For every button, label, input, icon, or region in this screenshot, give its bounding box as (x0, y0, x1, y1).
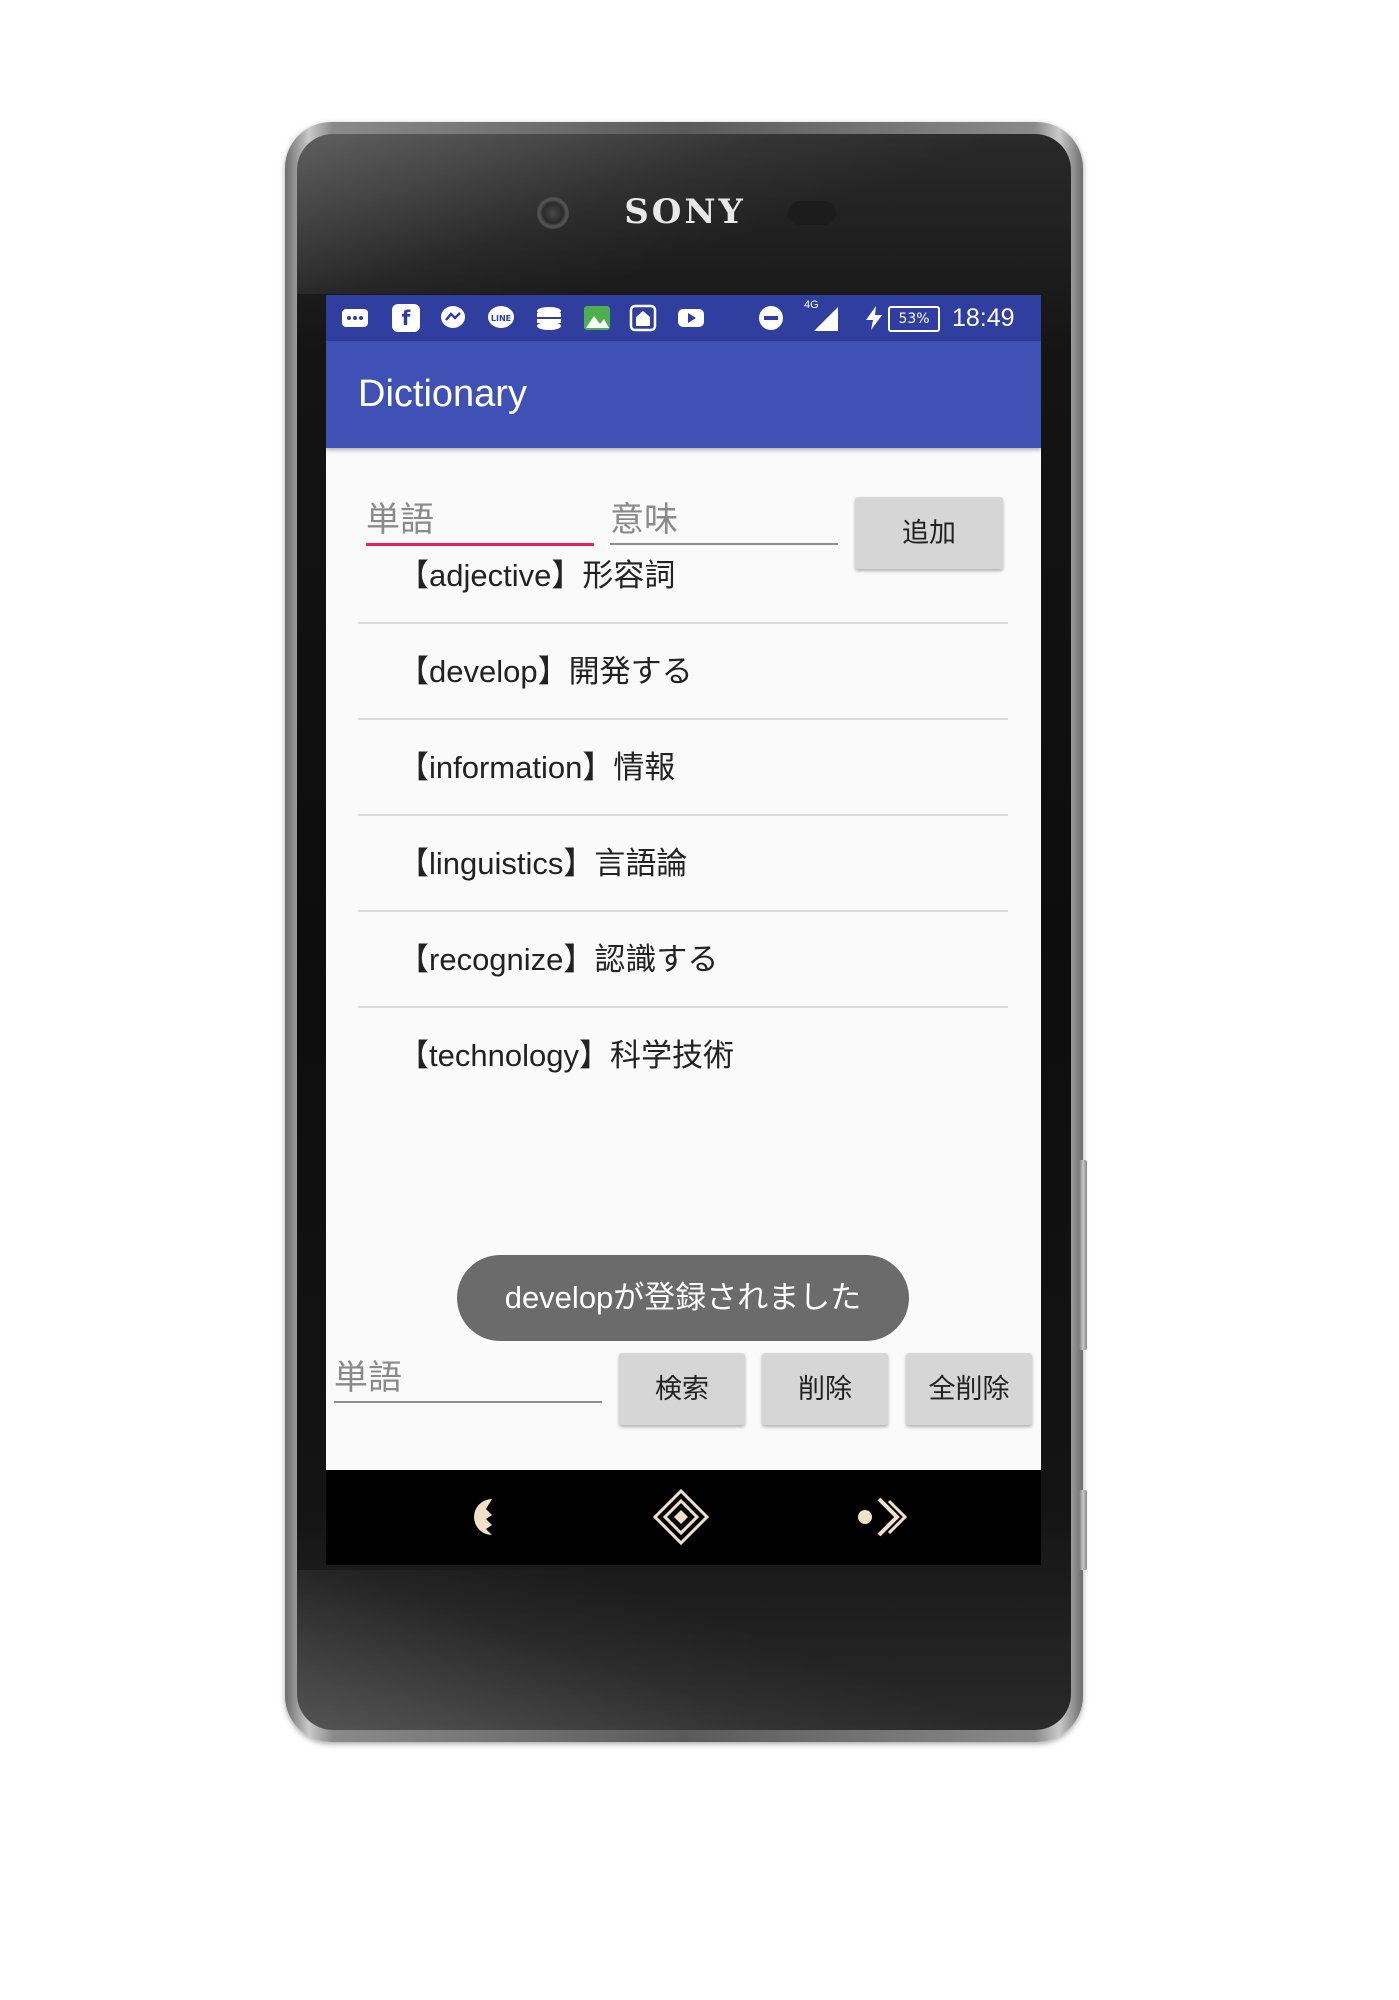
line-icon: LINE (486, 304, 516, 332)
toast-message: developが登録されました (457, 1255, 909, 1341)
proximity-sensor (788, 201, 836, 225)
youtube-icon (676, 304, 706, 332)
camera-key (1079, 1490, 1087, 1570)
front-camera (537, 197, 569, 229)
delete-button[interactable]: 削除 (762, 1353, 888, 1425)
navigation-bar (326, 1470, 1041, 1565)
network-type: 4G (804, 299, 819, 311)
more-icon (340, 304, 370, 332)
list-item[interactable]: 【linguistics】言語論 (358, 816, 1008, 912)
clock: 18:49 (952, 304, 1015, 332)
recent-apps-icon[interactable] (851, 1487, 911, 1547)
search-word-input[interactable]: 単語 (334, 1355, 602, 1403)
entry-list: 【adjective】形容詞 【develop】開発する 【informatio… (358, 528, 1008, 1104)
messenger-icon (438, 304, 468, 332)
storage-icon (534, 304, 564, 332)
charging-icon (862, 304, 886, 332)
app-title: Dictionary (358, 373, 527, 415)
house-icon (628, 304, 658, 332)
do-not-disturb-icon (756, 304, 786, 332)
app-bar: Dictionary (326, 341, 1041, 448)
brand-logo: SONY (624, 192, 746, 232)
list-item[interactable]: 【information】情報 (358, 720, 1008, 816)
svg-text:LINE: LINE (491, 314, 511, 323)
facebook-icon: f (392, 304, 420, 332)
battery-level: 53% (888, 306, 940, 332)
photo-icon (582, 304, 612, 332)
volume-key (1079, 1160, 1087, 1350)
home-icon[interactable] (651, 1487, 711, 1547)
screen: f LINE 4G 53% 18:49 Dictionary 単語 意味 追加 … (326, 295, 1041, 1565)
search-button[interactable]: 検索 (619, 1353, 745, 1425)
back-icon[interactable] (456, 1487, 516, 1547)
list-item[interactable]: 【technology】科学技術 (358, 1008, 1008, 1104)
list-item[interactable]: 【develop】開発する (358, 624, 1008, 720)
list-item[interactable]: 【recognize】認識する (358, 912, 1008, 1008)
list-item[interactable]: 【adjective】形容詞 (358, 528, 1008, 624)
delete-all-button[interactable]: 全削除 (906, 1353, 1032, 1425)
status-bar: f LINE 4G 53% 18:49 (326, 295, 1041, 341)
